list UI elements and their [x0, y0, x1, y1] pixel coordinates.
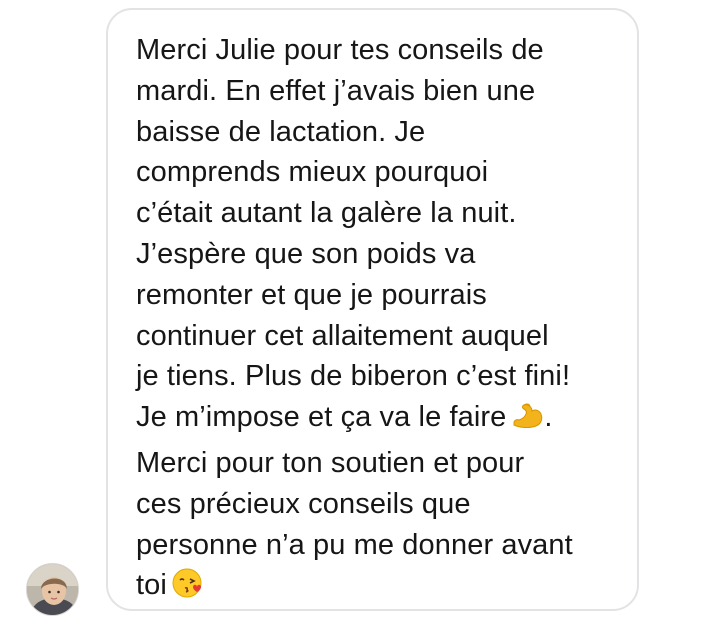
avatar-photo: [27, 564, 78, 615]
message-line: je tiens. Plus de biberon c’est fini!: [136, 360, 571, 393]
message-line: comprends mieux pourquoi: [136, 156, 489, 189]
message-line: ces précieux conseils que: [136, 487, 471, 520]
message-line: Merci Julie pour tes conseils de: [136, 34, 544, 66]
face-blowing-kiss-icon: [171, 567, 205, 611]
flexed-biceps-icon: [510, 399, 544, 443]
message-row: Merci Julie pour tes conseils de mardi. …: [0, 0, 715, 625]
message-line: J’espère que son poids va: [136, 237, 476, 270]
message-line: continuer cet allaitement auquel: [136, 319, 549, 352]
message-text: Merci Julie pour tes conseils de mardi. …: [136, 30, 617, 611]
message-line: remonter et que je pourrais: [136, 278, 487, 311]
message-line: Je m’impose et ça va le faire: [136, 401, 507, 434]
sender-avatar[interactable]: [26, 563, 79, 616]
message-line: mardi. En effet j’avais bien une: [136, 74, 536, 107]
message-line: baisse de lactation. Je: [136, 115, 426, 148]
message-line: .: [544, 401, 553, 434]
message-line: personne n’a pu me donner avant: [136, 528, 573, 561]
message-bubble[interactable]: Merci Julie pour tes conseils de mardi. …: [106, 8, 639, 611]
message-line-with-emoji: Je m’impose et ça va le faire.: [136, 397, 617, 443]
message-line: c’était autant la galère la nuit.: [136, 197, 517, 230]
message-line: Merci pour ton soutien et pour: [136, 446, 525, 479]
message-line-with-emoji: toi: [136, 565, 617, 611]
message-line: toi: [136, 569, 167, 602]
